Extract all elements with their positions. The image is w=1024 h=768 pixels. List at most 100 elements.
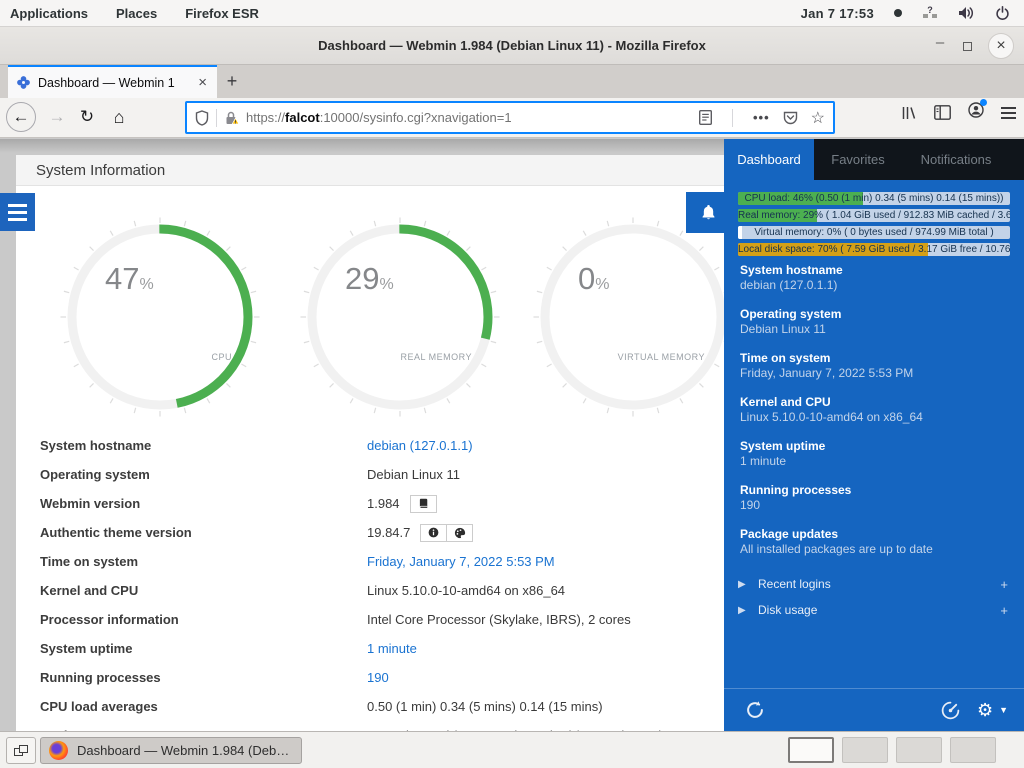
minimize-button[interactable]: –	[933, 39, 947, 53]
webmin-favicon-icon	[16, 75, 31, 90]
account-icon[interactable]	[968, 102, 984, 123]
table-row: Processor informationIntel Core Processo…	[16, 605, 724, 634]
menu-firefox-esr[interactable]: Firefox ESR	[185, 6, 259, 21]
sidebar-info-item: Time on systemFriday, January 7, 2022 5:…	[740, 351, 1010, 381]
row-label: Webmin version	[16, 496, 367, 511]
taskbar-window-button[interactable]: Dashboard — Webmin 1.984 (Deb…	[40, 737, 302, 764]
info-label: Package updates	[740, 527, 1010, 542]
tab-dashboard[interactable]: Dashboard	[724, 139, 814, 180]
table-row: CPU load averages0.50 (1 min) 0.34 (5 mi…	[16, 692, 724, 721]
sidebar-toggle-icon[interactable]	[934, 105, 951, 120]
row-label: Time on system	[16, 554, 367, 569]
triangle-right-icon: ▶	[738, 579, 758, 590]
section-disk-usage[interactable]: ▶Disk usage+	[724, 597, 1024, 623]
divider	[216, 109, 217, 127]
gauge-label: REAL MEMORY	[400, 352, 472, 362]
tracking-shield-icon[interactable]	[195, 110, 209, 126]
expand-plus-icon[interactable]: +	[1000, 603, 1008, 618]
url-text[interactable]: https://falcot:10000/sysinfo.cgi?xnaviga…	[246, 110, 691, 125]
svg-text:?: ?	[927, 6, 933, 15]
palette-icon	[454, 527, 466, 539]
close-tab-icon[interactable]: ×	[196, 74, 209, 91]
browser-tab-dashboard[interactable]: Dashboard — Webmin 1 ×	[8, 65, 217, 98]
workspace-2[interactable]	[842, 737, 888, 763]
resource-bar-text: Virtual memory: 0% ( 0 bytes used / 974.…	[738, 226, 1010, 239]
table-row: Kernel and CPULinux 5.10.0-10-amd64 on x…	[16, 576, 724, 605]
sidebar-hamburger-button[interactable]	[0, 193, 35, 231]
settings-gear-icon[interactable]: ⚙	[977, 701, 993, 719]
row-value-link[interactable]: debian (127.0.1.1)	[367, 438, 473, 453]
info-label: Running processes	[740, 483, 1010, 498]
table-row: Running processes190	[16, 663, 724, 692]
network-icon[interactable]: ?	[922, 6, 938, 20]
resource-bar-text: Local disk space: 70% ( 7.59 GiB used / …	[738, 243, 1010, 256]
row-label: System uptime	[16, 641, 367, 656]
table-row: Real memory1.04 GiB used / 912.83 MiB ca…	[16, 721, 724, 731]
url-bar[interactable]: https://falcot:10000/sysinfo.cgi?xnaviga…	[185, 101, 835, 134]
home-button[interactable]: ⌂	[104, 102, 134, 132]
row-label: Processor information	[16, 612, 367, 627]
windows-icon	[14, 745, 28, 757]
row-value-link[interactable]: 190	[367, 670, 389, 685]
maximize-button[interactable]	[963, 42, 972, 51]
book-button[interactable]	[410, 495, 437, 513]
resource-bar: Virtual memory: 0% ( 0 bytes used / 974.…	[738, 226, 1010, 239]
pocket-icon[interactable]	[783, 110, 798, 125]
chevron-down-icon: ▼	[999, 705, 1008, 715]
close-window-button[interactable]: ×	[988, 33, 1014, 59]
workspace-thumbnails	[788, 737, 996, 763]
info-label: System hostname	[740, 263, 1010, 278]
book-icon	[418, 498, 429, 509]
volume-icon[interactable]	[958, 6, 975, 20]
workspace-3[interactable]	[896, 737, 942, 763]
info-label: System uptime	[740, 439, 1010, 454]
reload-button[interactable]: ↻	[72, 102, 102, 132]
workspace-4[interactable]	[950, 737, 996, 763]
menu-places[interactable]: Places	[116, 6, 157, 21]
refresh-icon[interactable]	[744, 699, 766, 721]
info-circle-button[interactable]	[420, 524, 447, 542]
bookmark-star-icon[interactable]: ☆	[811, 108, 825, 128]
row-label: Kernel and CPU	[16, 583, 367, 598]
gauge-real-memory: 29% REAL MEMORY	[300, 217, 500, 417]
sidebar-info-item: Running processes190	[740, 483, 1010, 513]
clock[interactable]: Jan 7 17:53	[801, 6, 874, 21]
row-value: 1.984	[367, 495, 437, 513]
row-value: Linux 5.10.0-10-amd64 on x86_64	[367, 583, 565, 598]
row-value: 0.50 (1 min) 0.34 (5 mins) 0.14 (15 mins…	[367, 699, 603, 714]
table-row: Time on systemFriday, January 7, 2022 5:…	[16, 547, 724, 576]
gauge-label: CPU	[211, 352, 232, 362]
row-value: Debian Linux 11	[367, 467, 460, 482]
row-value-link[interactable]: Friday, January 7, 2022 5:53 PM	[367, 554, 555, 569]
sidebar-info-item: Package updatesAll installed packages ar…	[740, 527, 1010, 557]
status-dot-icon	[894, 9, 902, 17]
row-value-link[interactable]: 1 minute	[367, 641, 417, 656]
reader-mode-icon[interactable]	[699, 110, 712, 125]
gnome-top-bar: Applications Places Firefox ESR Jan 7 17…	[0, 0, 1024, 27]
palette-button[interactable]	[446, 524, 473, 542]
firefox-menu-icon[interactable]	[1001, 107, 1016, 119]
new-tab-button[interactable]: +	[217, 65, 247, 98]
info-circle-icon	[428, 527, 439, 538]
library-icon[interactable]	[901, 105, 917, 121]
power-icon[interactable]	[995, 6, 1010, 21]
sidebar-info-item: System uptime1 minute	[740, 439, 1010, 469]
section-recent-logins[interactable]: ▶Recent logins+	[724, 571, 1024, 597]
lock-warning-icon[interactable]	[224, 110, 240, 126]
expand-plus-icon[interactable]: +	[1000, 577, 1008, 592]
forward-button[interactable]: →	[42, 102, 72, 132]
workspace-1[interactable]	[788, 737, 834, 763]
gauge-value: 47%	[105, 261, 154, 297]
menu-applications[interactable]: Applications	[10, 6, 88, 21]
gauge-value: 29%	[345, 261, 394, 297]
resource-bar: Real memory: 29% ( 1.04 GiB used / 912.8…	[738, 209, 1010, 222]
back-button[interactable]: ←	[6, 102, 36, 132]
info-value: Friday, January 7, 2022 5:53 PM	[740, 366, 1010, 381]
webmin-sidebar: Dashboard Favorites Notifications CPU lo…	[724, 139, 1024, 731]
speedometer-icon[interactable]	[940, 700, 961, 721]
tab-favorites[interactable]: Favorites	[814, 139, 902, 180]
row-label: Operating system	[16, 467, 367, 482]
page-actions-icon[interactable]: •••	[753, 110, 770, 125]
workspace-switcher-button[interactable]	[6, 737, 36, 764]
tab-notifications[interactable]: Notifications	[902, 139, 1010, 180]
